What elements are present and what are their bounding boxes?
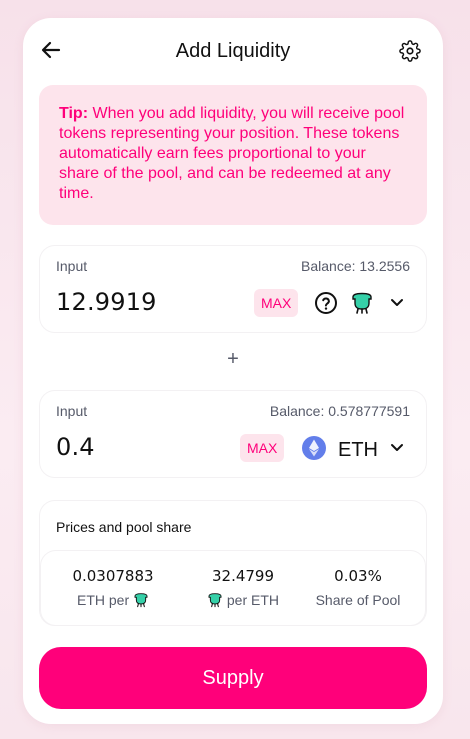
input-panel-b: Input Balance: 0.578777591 0.4 MAX ETH [39,390,427,478]
pool-share-card: Prices and pool share 0.0307883 ETH per … [39,500,427,626]
stat-share-of-pool: 0.03% Share of Pool [303,567,413,608]
stat-value: 32.4799 [211,567,275,585]
token-logo-icon [134,593,148,608]
eth-logo-icon [302,436,326,460]
chevron-down-icon [391,444,403,451]
balance-text: Balance: 13.2556 [301,258,410,274]
input-label: Input [56,258,88,274]
max-button-b[interactable]: MAX [240,434,285,462]
stat-label: per ETH [188,592,298,608]
stat-label-text: per ETH [226,592,279,608]
stat-eth-per-token: 0.0307883 ETH per [58,567,168,608]
input-panel-a: Input Balance: 13.2556 12.9919 MAX [39,245,427,333]
question-circle-icon [315,292,337,314]
tip-label: Tip: [59,105,89,122]
gear-icon[interactable] [399,40,421,62]
pool-title: Prices and pool share [56,519,192,535]
max-button-a[interactable]: MAX [254,289,299,317]
add-liquidity-card: Add Liquidity Tip: When you add liquidit… [23,18,443,724]
token-selector-b[interactable]: ETH [302,431,412,465]
amount-input-b[interactable]: 0.4 [56,433,95,461]
header: Add Liquidity [23,18,443,84]
stat-token-per-eth: 32.4799 per ETH [188,567,298,608]
input-label: Input [56,403,88,419]
stat-value: 0.0307883 [72,567,154,585]
pool-stats: 0.0307883 ETH per 32.4799 per ETH 0.03% … [40,550,426,626]
tip-box: Tip: When you add liquidity, you will re… [39,85,427,225]
balance-text: Balance: 0.578777591 [269,403,410,419]
supply-button[interactable]: Supply [39,647,427,709]
chevron-down-icon [391,299,403,306]
tip-text: When you add liquidity, you will receive… [59,105,405,202]
page-title: Add Liquidity [175,40,291,62]
plus-icon: + [227,348,239,370]
token-logo-icon [352,292,372,314]
amount-input-a[interactable]: 12.9919 [56,288,157,316]
token-selector-a[interactable] [312,286,412,320]
token-logo-icon [208,593,222,608]
stat-label-text: ETH per [76,592,130,608]
stat-label: Share of Pool [315,592,401,608]
token-symbol: ETH [338,439,378,461]
stat-value: 0.03% [334,567,382,585]
stat-label: ETH per [58,592,168,608]
